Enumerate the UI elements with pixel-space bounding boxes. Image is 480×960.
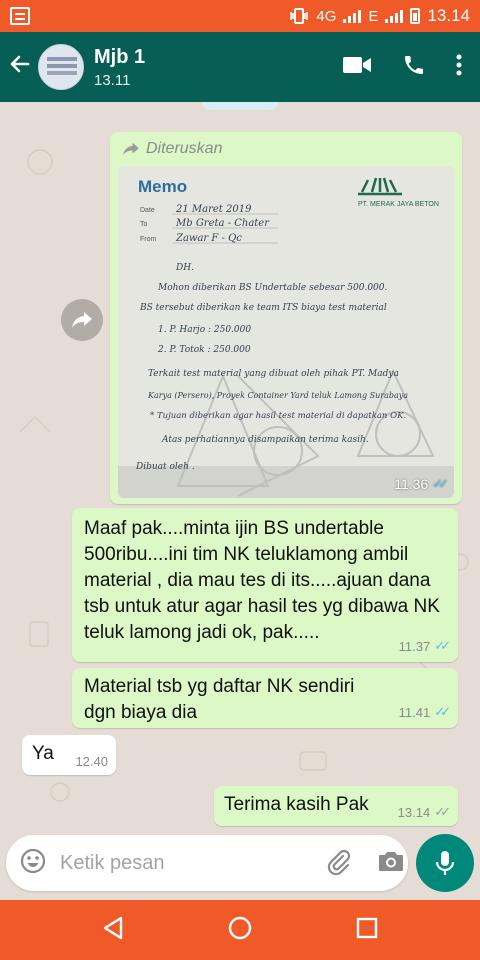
message-text: Material tsb yg daftar NK sendiri dgn bi… xyxy=(84,676,355,723)
memo-line: Mohon diberikan BS Undertable sebesar 50… xyxy=(157,283,388,293)
nav-recents-button[interactable] xyxy=(356,917,378,944)
memo-line: Karya (Persero), Proyek Container Yard t… xyxy=(147,391,408,400)
memo-line: Terkait test material yang dibuat oleh p… xyxy=(148,369,399,379)
message-input[interactable] xyxy=(60,851,325,875)
contact-info[interactable]: Mjb 1 13.11 xyxy=(94,46,145,89)
paperclip-icon xyxy=(327,849,351,875)
back-button[interactable] xyxy=(2,52,38,83)
memo-heading: Memo xyxy=(138,177,187,196)
status-time: 13.14 xyxy=(427,6,470,25)
network-type-2: E xyxy=(368,7,379,25)
video-call-button[interactable] xyxy=(342,55,372,80)
message-time: 13.14 xyxy=(397,804,431,820)
memo-line: Atas perhatiannya disampaikan terima kas… xyxy=(161,435,369,445)
read-ticks-icon: ✓✓ xyxy=(434,638,451,653)
message-bubble[interactable]: Maaf pak....minta ijin BS undertable 500… xyxy=(72,508,458,662)
message-notification-icon xyxy=(10,7,30,25)
emoji-icon xyxy=(20,848,46,873)
memo-line: BS tersebut diberikan ke team ITS biaya … xyxy=(139,303,387,313)
memo-company: PT. MERAK JAYA BETON xyxy=(358,201,439,208)
message-time: 12.40 xyxy=(75,754,108,769)
nav-back-button[interactable] xyxy=(102,916,124,945)
memo-line: DH. xyxy=(175,263,194,273)
message-meta: 11.41 ✓✓ xyxy=(398,704,451,720)
forwarded-text: Diteruskan xyxy=(146,140,223,157)
mic-icon xyxy=(435,851,455,875)
memo-line: Dibuat oleh . xyxy=(135,462,195,472)
attach-button[interactable] xyxy=(325,847,351,880)
forwarded-icon xyxy=(123,142,139,156)
memo-from-value: Zawar F - Qc xyxy=(175,233,242,244)
message-meta: 12.40 xyxy=(75,754,108,769)
nav-home-button[interactable] xyxy=(228,916,252,945)
forward-icon xyxy=(72,312,92,328)
message-time: 11.41 xyxy=(398,704,431,720)
memo-line: 1. P. Harjo : 250.000 xyxy=(158,325,251,335)
read-ticks-icon: ✓✓ xyxy=(432,476,449,491)
vibrate-icon xyxy=(290,8,309,24)
image-time: 11.36 xyxy=(394,476,429,492)
delivered-ticks-icon: ✓✓ xyxy=(434,804,451,819)
triangle-back-icon xyxy=(103,916,123,939)
more-options-button[interactable] xyxy=(456,54,462,81)
status-bar: 4G E 13.14 xyxy=(0,0,480,32)
chat-title: Mjb 1 xyxy=(94,45,146,68)
camera-button[interactable] xyxy=(377,849,405,878)
navigation-bar xyxy=(0,900,480,960)
call-button[interactable] xyxy=(402,53,426,82)
message-meta: 13.14 ✓✓ xyxy=(397,804,451,820)
voice-message-button[interactable] xyxy=(416,834,474,892)
signal-icon-2 xyxy=(385,9,404,23)
message-time: 11.37 xyxy=(398,638,431,654)
date-divider xyxy=(202,102,278,110)
chat-area[interactable]: Diteruskan Memo PT. MERAK JAYA BETON Dat… xyxy=(0,102,480,835)
video-call-icon xyxy=(343,56,371,73)
memo-to-label: To xyxy=(140,221,148,228)
square-recents-icon xyxy=(356,917,378,938)
signal-icon xyxy=(343,9,362,23)
memo-from-label: From xyxy=(140,236,157,243)
memo-date-value: 21 Maret 2019 xyxy=(175,204,252,215)
forwarded-label: Diteruskan xyxy=(122,140,222,158)
forward-button[interactable] xyxy=(61,299,103,341)
message-bubble[interactable]: Material tsb yg daftar NK sendiri dgn bi… xyxy=(72,668,458,728)
camera-icon xyxy=(379,851,403,871)
memo-line: * Tujuan diberikan agar hasil test mater… xyxy=(150,411,406,421)
more-vertical-icon xyxy=(456,54,462,75)
battery-icon xyxy=(410,8,421,24)
phone-icon xyxy=(405,55,423,74)
emoji-button[interactable] xyxy=(20,848,46,879)
message-bubble-incoming[interactable]: Ya 12.40 xyxy=(22,735,116,775)
message-text: Maaf pak....minta ijin BS undertable 500… xyxy=(84,518,440,643)
memo-date-label: Date xyxy=(140,207,155,214)
message-meta: 11.37 ✓✓ xyxy=(398,638,451,654)
circle-home-icon xyxy=(228,916,252,939)
message-bubble[interactable]: Terima kasih Pak 13.14 ✓✓ xyxy=(214,786,458,826)
chat-header: Mjb 1 13.11 xyxy=(0,32,480,102)
read-ticks-icon: ✓✓ xyxy=(434,704,451,719)
image-message[interactable]: Diteruskan Memo PT. MERAK JAYA BETON Dat… xyxy=(110,132,462,504)
avatar[interactable] xyxy=(38,44,84,90)
memo-photo-drawing: Memo PT. MERAK JAYA BETON Date 21 Maret … xyxy=(118,166,454,498)
chat-subtitle: 13.11 xyxy=(94,71,131,89)
network-type: 4G xyxy=(316,7,337,25)
composer xyxy=(6,835,408,891)
image-meta: 11.36 ✓✓ xyxy=(394,476,449,492)
memo-to-value: Mb Greta - Chater xyxy=(175,218,270,229)
memo-photo[interactable]: Memo PT. MERAK JAYA BETON Date 21 Maret … xyxy=(118,166,454,498)
arrow-left-icon xyxy=(10,55,30,72)
memo-line: 2. P. Totok : 250.000 xyxy=(157,345,251,355)
